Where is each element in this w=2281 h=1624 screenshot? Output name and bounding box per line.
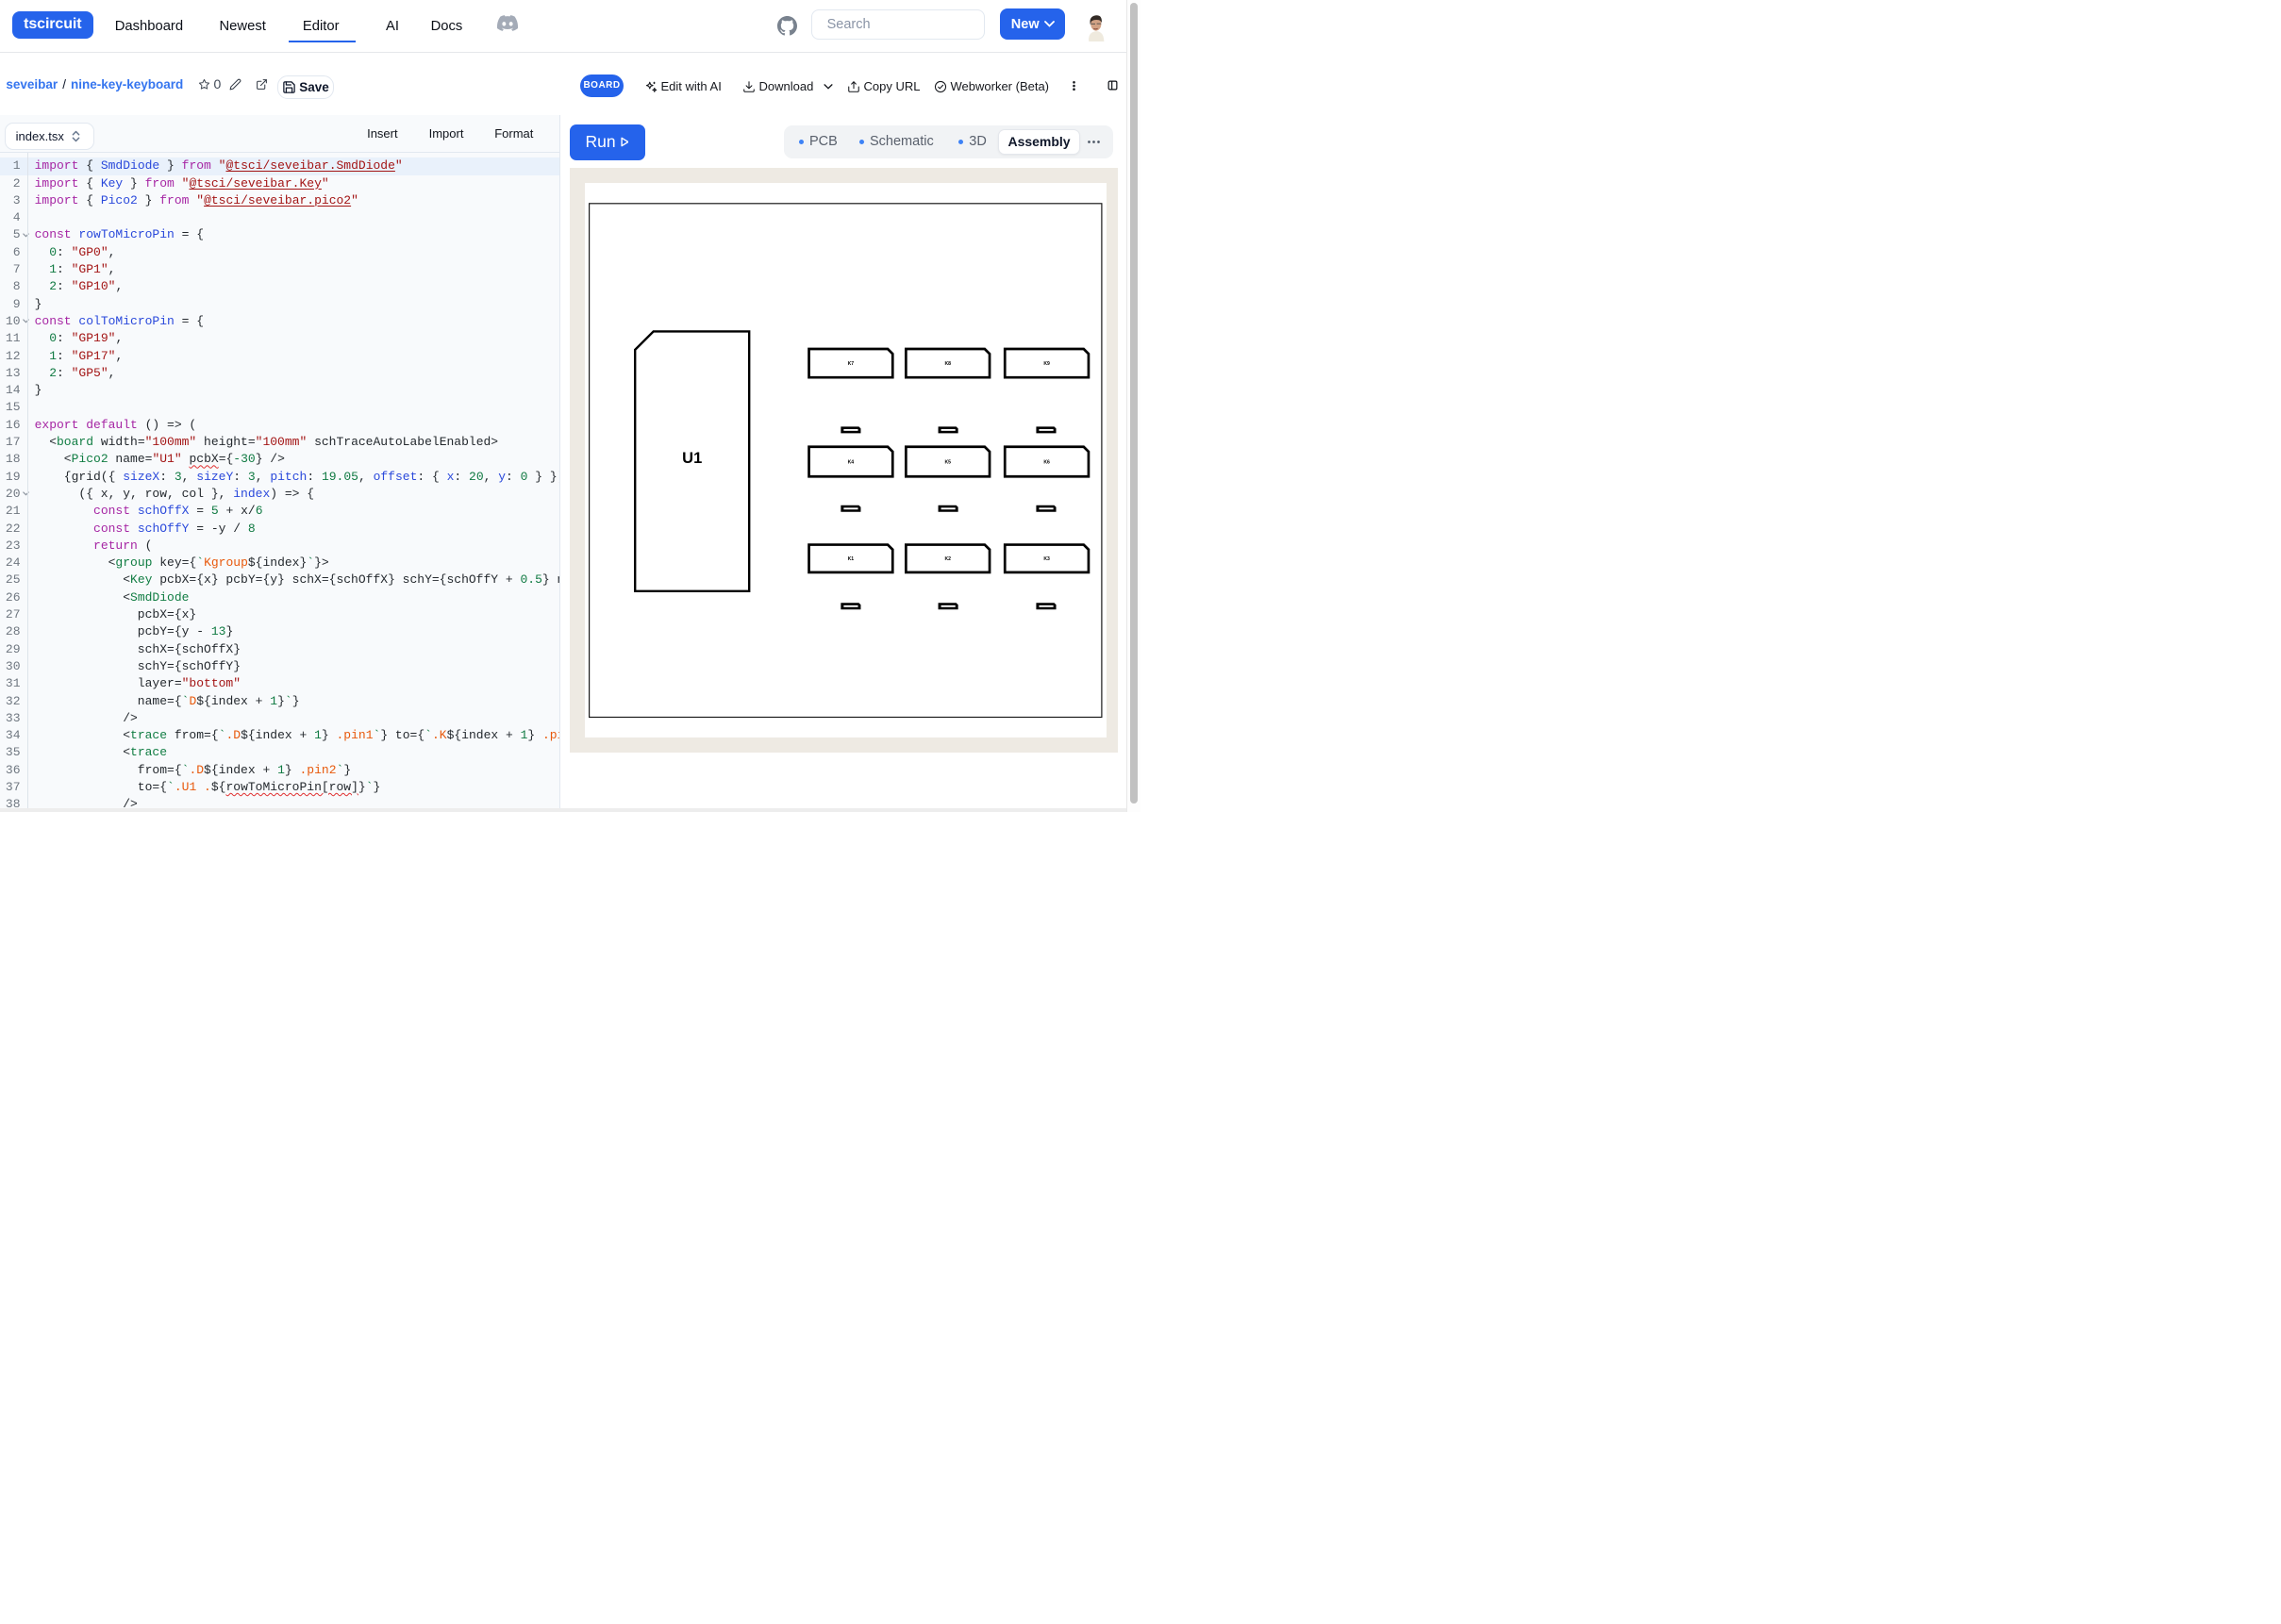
- svg-text:K7: K7: [848, 361, 855, 367]
- svg-text:K3: K3: [1043, 556, 1050, 562]
- svg-text:K6: K6: [1043, 459, 1050, 465]
- svg-text:K9: K9: [1043, 361, 1050, 367]
- svg-text:K5: K5: [944, 459, 951, 465]
- svg-text:K2: K2: [944, 556, 951, 562]
- svg-text:U1: U1: [682, 450, 702, 467]
- svg-text:K8: K8: [944, 361, 951, 367]
- svg-text:K1: K1: [848, 556, 855, 562]
- svg-text:K4: K4: [848, 459, 855, 465]
